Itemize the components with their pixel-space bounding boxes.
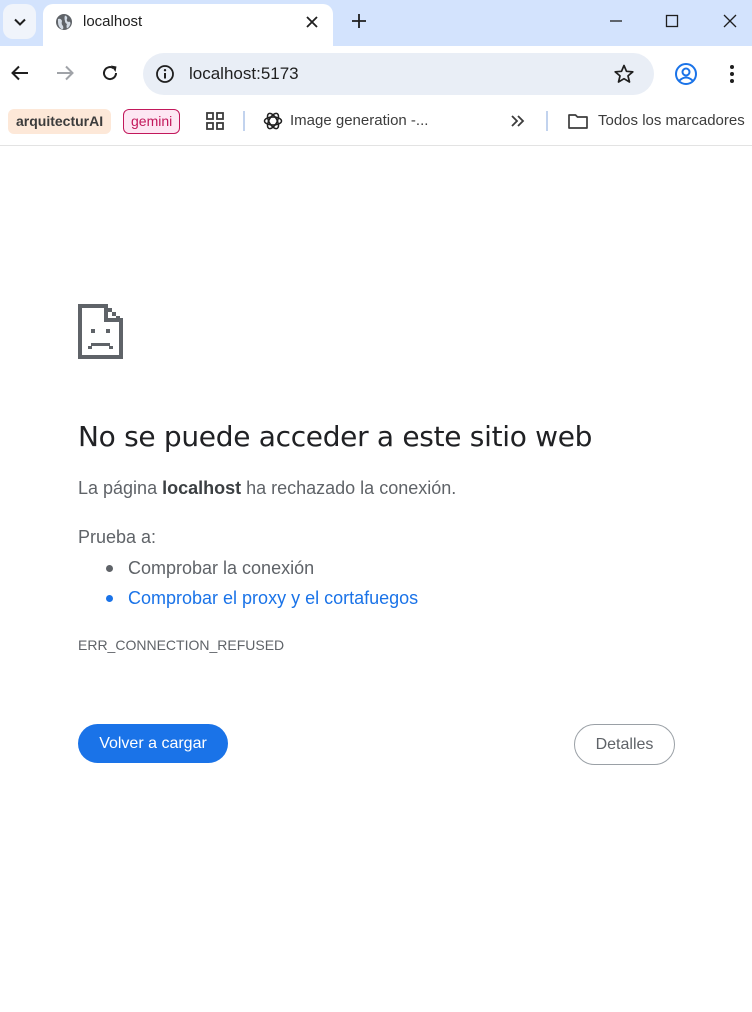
suggestions-list: Comprobar la conexión Comprobar el proxy… (106, 557, 418, 617)
error-description: La página localhost ha rechazado la cone… (78, 478, 456, 499)
error-desc-prefix: La página (78, 478, 163, 498)
url-text: localhost:5173 (189, 64, 299, 83)
star-icon[interactable] (613, 63, 635, 85)
back-button[interactable] (8, 61, 32, 85)
suggestion-check-connection: Comprobar la conexión (106, 557, 418, 587)
profile-icon[interactable] (674, 62, 698, 86)
chevron-down-icon (13, 18, 26, 26)
error-desc-suffix: ha rechazado la conexión. (241, 478, 457, 498)
suggestion-check-proxy[interactable]: Comprobar el proxy y el cortafuegos (106, 587, 418, 617)
bullet-icon (106, 565, 113, 572)
apps-grid-icon[interactable] (205, 111, 225, 131)
reload-icon (103, 65, 118, 81)
double-chevron-right-icon[interactable] (508, 111, 528, 131)
arrow-left-icon (11, 65, 28, 81)
bullet-icon (106, 595, 113, 602)
forward-button[interactable] (53, 61, 77, 85)
more-vert-icon (730, 65, 734, 83)
suggestion-text: Comprobar la conexión (128, 558, 315, 578)
reload-button[interactable] (98, 61, 122, 85)
close-window-icon (723, 14, 737, 28)
toolbar: localhost:5173 (0, 46, 752, 100)
error-code: ERR_CONNECTION_REFUSED (78, 637, 285, 653)
info-icon[interactable] (155, 64, 175, 84)
address-bar[interactable]: localhost:5173 (143, 53, 654, 95)
bookmark-separator (546, 111, 548, 131)
minimize-icon (610, 20, 622, 22)
all-bookmarks[interactable]: Todos los marcadores (598, 112, 745, 129)
bookmark-image-generation[interactable]: Image generation -... (290, 112, 428, 129)
bookmark-gemini[interactable]: gemini (123, 109, 181, 134)
openai-icon (263, 112, 283, 130)
try-label: Prueba a: (78, 527, 157, 547)
bookmark-separator (243, 111, 245, 131)
close-window-button[interactable] (719, 10, 741, 32)
tab-title: localhost (83, 13, 143, 30)
new-tab-button[interactable] (347, 9, 371, 33)
error-title: No se puede acceder a este sitio web (78, 420, 593, 453)
bookmarks-bar: arquitecturAI gemini Image generation -.… (0, 100, 752, 146)
bookmark-arquitecturai[interactable]: arquitecturAI (8, 109, 112, 134)
suggestion-link[interactable]: Comprobar el proxy y el cortafuegos (128, 588, 418, 608)
tab-search-button[interactable] (3, 4, 36, 39)
arrow-right-icon (57, 65, 74, 81)
sad-document-icon (78, 304, 123, 359)
menu-button[interactable] (720, 62, 744, 86)
globe-icon (56, 14, 72, 30)
folder-icon (568, 114, 588, 129)
maximize-icon (665, 14, 679, 28)
plus-icon (352, 14, 366, 28)
maximize-button[interactable] (661, 10, 683, 32)
close-icon (306, 16, 318, 28)
reload-page-button[interactable]: Volver a cargar (78, 724, 228, 763)
tab-strip: localhost (0, 0, 752, 46)
minimize-button[interactable] (605, 10, 627, 32)
tab-close-button[interactable] (301, 11, 323, 33)
error-desc-host: localhost (162, 478, 242, 498)
browser-tab[interactable]: localhost (43, 4, 333, 46)
details-button[interactable]: Detalles (574, 724, 675, 765)
